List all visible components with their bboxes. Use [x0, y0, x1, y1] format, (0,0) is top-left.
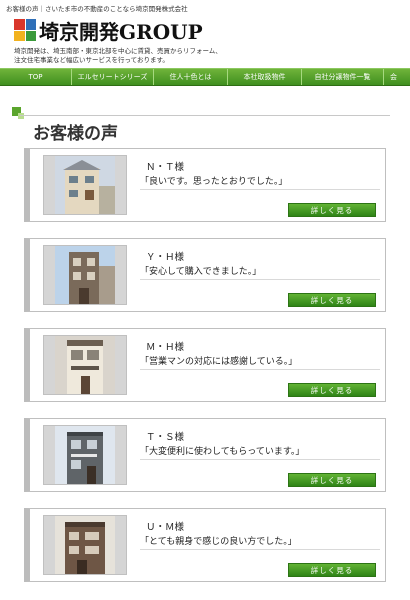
- page-title: お客様の声: [33, 124, 118, 144]
- details-button[interactable]: 詳しく見る: [288, 293, 376, 307]
- testimonial-card: Ｍ・Ｈ様 「営業マンの対応には感謝している。」 詳しく見る: [24, 328, 386, 402]
- global-nav: TOP エルセリートシリーズ 住人十色とは 本社取扱物件 自社分譲物件一覧 会: [0, 68, 410, 86]
- customer-name: Ｎ・Ｔ様: [146, 162, 185, 173]
- logo-tile: [25, 30, 36, 41]
- house-photo[interactable]: [43, 425, 127, 485]
- nav-item-head-office-listings[interactable]: 本社取扱物件: [228, 69, 302, 85]
- customer-name: Ｕ・Ｍ様: [146, 522, 185, 533]
- house-photo[interactable]: [43, 245, 127, 305]
- testimonial-card: Ｕ・Ｍ様 「とても親身で感じの良い方でした。」 詳しく見る: [24, 508, 386, 582]
- customer-name: Ｙ・Ｈ様: [146, 252, 185, 263]
- testimonial-card: Ｙ・Ｈ様 「安心して購入できました。」 詳しく見る: [24, 238, 386, 312]
- customer-quote: 「大変便利に使わしてもらっています。」: [140, 444, 380, 460]
- logo-tile: [25, 19, 36, 30]
- details-button[interactable]: 詳しく見る: [288, 383, 376, 397]
- customer-quote: 「営業マンの対応には感謝している。」: [140, 354, 380, 370]
- nav-item-top[interactable]: TOP: [0, 69, 72, 85]
- logo-mark-icon: [14, 19, 36, 41]
- nav-item-company[interactable]: 会: [384, 69, 410, 85]
- testimonial-list: Ｎ・Ｔ様 「良いです。思ったとおりでした。」 詳しく見る Ｙ・Ｈ様 「安心して購…: [24, 148, 386, 598]
- site-tagline: お客様の声｜さいたま市の不動産のことなら埼京開発株式会社: [6, 5, 188, 13]
- logo-text: 埼京開発GROUP: [39, 19, 203, 44]
- nav-item-elcerito-series[interactable]: エルセリートシリーズ: [72, 69, 154, 85]
- description-line: 注文住宅事業など幅広いサービスを行っております。: [14, 56, 169, 64]
- details-button[interactable]: 詳しく見る: [288, 473, 376, 487]
- customer-quote: 「良いです。思ったとおりでした。」: [140, 174, 380, 190]
- logo-tile: [14, 19, 25, 30]
- company-description: 埼京開発は、埼玉南部・東京北部を中心に賃貸、売買からリフォーム、 注文住宅事業な…: [14, 47, 314, 65]
- house-photo[interactable]: [43, 155, 127, 215]
- customer-name: Ｔ・Ｓ様: [146, 432, 185, 443]
- testimonial-card: Ｎ・Ｔ様 「良いです。思ったとおりでした。」 詳しく見る: [24, 148, 386, 222]
- logo-tile: [14, 30, 25, 41]
- company-logo[interactable]: 埼京開発GROUP: [14, 16, 203, 44]
- nav-item-about[interactable]: 住人十色とは: [154, 69, 228, 85]
- details-button[interactable]: 詳しく見る: [288, 563, 376, 577]
- heading-divider: [20, 115, 390, 116]
- customer-quote: 「安心して購入できました。」: [140, 264, 380, 280]
- house-photo[interactable]: [43, 515, 127, 575]
- description-line: 埼京開発は、埼玉南部・東京北部を中心に賃貸、売買からリフォーム、: [14, 47, 222, 55]
- customer-quote: 「とても親身で感じの良い方でした。」: [140, 534, 380, 550]
- nav-item-own-properties[interactable]: 自社分譲物件一覧: [302, 69, 384, 85]
- testimonial-card: Ｔ・Ｓ様 「大変便利に使わしてもらっています。」 詳しく見る: [24, 418, 386, 492]
- house-photo[interactable]: [43, 335, 127, 395]
- customer-name: Ｍ・Ｈ様: [146, 342, 185, 353]
- details-button[interactable]: 詳しく見る: [288, 203, 376, 217]
